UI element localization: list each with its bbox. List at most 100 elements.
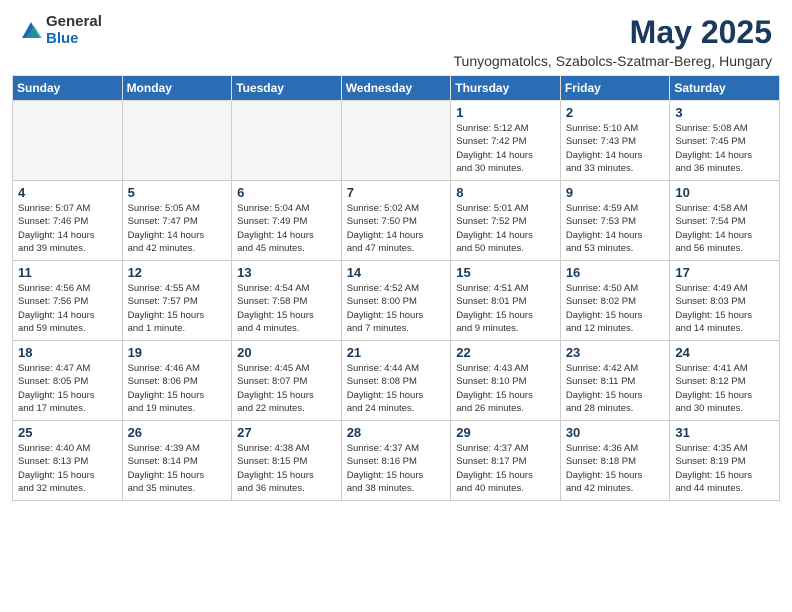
day-number: 11 (18, 265, 117, 280)
day-number: 7 (347, 185, 446, 200)
page-header: General Blue May 2025 Tunyogmatolcs, Sza… (0, 0, 792, 75)
column-header-tuesday: Tuesday (232, 76, 342, 101)
calendar-cell: 29Sunrise: 4:37 AM Sunset: 8:17 PM Dayli… (451, 421, 561, 501)
day-number: 18 (18, 345, 117, 360)
calendar-wrapper: SundayMondayTuesdayWednesdayThursdayFrid… (0, 75, 792, 513)
column-header-friday: Friday (560, 76, 670, 101)
day-info: Sunrise: 4:35 AM Sunset: 8:19 PM Dayligh… (675, 442, 774, 495)
calendar-cell: 6 Sunrise: 5:04 AM Sunset: 7:49 PM Daylig… (232, 181, 342, 261)
day-number: 13 (237, 265, 336, 280)
day-info: Sunrise: 4:39 AM Sunset: 8:14 PM Dayligh… (128, 442, 227, 495)
calendar-cell: 28Sunrise: 4:37 AM Sunset: 8:16 PM Dayli… (341, 421, 451, 501)
day-number: 20 (237, 345, 336, 360)
calendar-cell: 3 Sunrise: 5:08 AM Sunset: 7:45 PM Daylig… (670, 101, 780, 181)
calendar-cell: 2 Sunrise: 5:10 AM Sunset: 7:43 PM Daylig… (560, 101, 670, 181)
calendar-table: SundayMondayTuesdayWednesdayThursdayFrid… (12, 75, 780, 501)
day-info: Sunrise: 4:58 AM Sunset: 7:54 PM Dayligh… (675, 202, 774, 255)
day-number: 14 (347, 265, 446, 280)
calendar-cell: 27Sunrise: 4:38 AM Sunset: 8:15 PM Dayli… (232, 421, 342, 501)
day-number: 23 (566, 345, 665, 360)
calendar-cell: 5 Sunrise: 5:05 AM Sunset: 7:47 PM Daylig… (122, 181, 232, 261)
column-header-sunday: Sunday (13, 76, 123, 101)
column-header-monday: Monday (122, 76, 232, 101)
calendar-cell: 11Sunrise: 4:56 AM Sunset: 7:56 PM Dayli… (13, 261, 123, 341)
calendar-cell: 23Sunrise: 4:42 AM Sunset: 8:11 PM Dayli… (560, 341, 670, 421)
day-info: Sunrise: 4:45 AM Sunset: 8:07 PM Dayligh… (237, 362, 336, 415)
calendar-header-row: SundayMondayTuesdayWednesdayThursdayFrid… (13, 76, 780, 101)
day-info: Sunrise: 5:01 AM Sunset: 7:52 PM Dayligh… (456, 202, 555, 255)
day-info: Sunrise: 4:37 AM Sunset: 8:16 PM Dayligh… (347, 442, 446, 495)
calendar-cell (341, 101, 451, 181)
day-number: 4 (18, 185, 117, 200)
day-number: 12 (128, 265, 227, 280)
day-number: 19 (128, 345, 227, 360)
column-header-wednesday: Wednesday (341, 76, 451, 101)
day-info: Sunrise: 4:54 AM Sunset: 7:58 PM Dayligh… (237, 282, 336, 335)
day-number: 26 (128, 425, 227, 440)
day-info: Sunrise: 5:07 AM Sunset: 7:46 PM Dayligh… (18, 202, 117, 255)
column-header-thursday: Thursday (451, 76, 561, 101)
calendar-cell: 17 Sunrise: 4:49 AM Sunset: 8:03 PM Dayli… (670, 261, 780, 341)
day-info: Sunrise: 4:36 AM Sunset: 8:18 PM Dayligh… (566, 442, 665, 495)
calendar-cell: 22Sunrise: 4:43 AM Sunset: 8:10 PM Dayli… (451, 341, 561, 421)
calendar-cell: 26 Sunrise: 4:39 AM Sunset: 8:14 PM Dayli… (122, 421, 232, 501)
logo-general-text: General (46, 14, 102, 31)
day-number: 5 (128, 185, 227, 200)
location-title: Tunyogmatolcs, Szabolcs-Szatmar-Bereg, H… (454, 53, 773, 69)
day-info: Sunrise: 4:40 AM Sunset: 8:13 PM Dayligh… (18, 442, 117, 495)
calendar-body: 1Sunrise: 5:12 AM Sunset: 7:42 PM Daylig… (13, 101, 780, 501)
calendar-header: SundayMondayTuesdayWednesdayThursdayFrid… (13, 76, 780, 101)
day-info: Sunrise: 5:10 AM Sunset: 7:43 PM Dayligh… (566, 122, 665, 175)
day-number: 29 (456, 425, 555, 440)
day-number: 25 (18, 425, 117, 440)
day-info: Sunrise: 4:43 AM Sunset: 8:10 PM Dayligh… (456, 362, 555, 415)
day-number: 1 (456, 105, 555, 120)
title-block: May 2025 Tunyogmatolcs, Szabolcs-Szatmar… (454, 14, 773, 69)
calendar-cell: 1Sunrise: 5:12 AM Sunset: 7:42 PM Daylig… (451, 101, 561, 181)
day-info: Sunrise: 5:08 AM Sunset: 7:45 PM Dayligh… (675, 122, 774, 175)
day-info: Sunrise: 4:44 AM Sunset: 8:08 PM Dayligh… (347, 362, 446, 415)
calendar-week-4: 18 Sunrise: 4:47 AM Sunset: 8:05 PM Dayli… (13, 341, 780, 421)
calendar-cell: 4 Sunrise: 5:07 AM Sunset: 7:46 PM Daylig… (13, 181, 123, 261)
calendar-cell (232, 101, 342, 181)
day-info: Sunrise: 5:02 AM Sunset: 7:50 PM Dayligh… (347, 202, 446, 255)
calendar-cell: 7 Sunrise: 5:02 AM Sunset: 7:50 PM Daylig… (341, 181, 451, 261)
day-number: 2 (566, 105, 665, 120)
day-number: 8 (456, 185, 555, 200)
calendar-cell (122, 101, 232, 181)
calendar-week-1: 1Sunrise: 5:12 AM Sunset: 7:42 PM Daylig… (13, 101, 780, 181)
calendar-cell: 21 Sunrise: 4:44 AM Sunset: 8:08 PM Dayli… (341, 341, 451, 421)
day-number: 21 (347, 345, 446, 360)
day-number: 27 (237, 425, 336, 440)
calendar-cell: 13 Sunrise: 4:54 AM Sunset: 7:58 PM Dayli… (232, 261, 342, 341)
day-info: Sunrise: 4:49 AM Sunset: 8:03 PM Dayligh… (675, 282, 774, 335)
day-info: Sunrise: 4:52 AM Sunset: 8:00 PM Dayligh… (347, 282, 446, 335)
column-header-saturday: Saturday (670, 76, 780, 101)
calendar-cell: 9 Sunrise: 4:59 AM Sunset: 7:53 PM Daylig… (560, 181, 670, 261)
day-number: 10 (675, 185, 774, 200)
day-number: 6 (237, 185, 336, 200)
calendar-cell: 25 Sunrise: 4:40 AM Sunset: 8:13 PM Dayli… (13, 421, 123, 501)
day-number: 17 (675, 265, 774, 280)
calendar-cell: 12Sunrise: 4:55 AM Sunset: 7:57 PM Dayli… (122, 261, 232, 341)
day-number: 15 (456, 265, 555, 280)
day-info: Sunrise: 4:47 AM Sunset: 8:05 PM Dayligh… (18, 362, 117, 415)
day-info: Sunrise: 5:05 AM Sunset: 7:47 PM Dayligh… (128, 202, 227, 255)
day-info: Sunrise: 4:59 AM Sunset: 7:53 PM Dayligh… (566, 202, 665, 255)
day-number: 16 (566, 265, 665, 280)
month-title: May 2025 (454, 14, 773, 51)
calendar-cell (13, 101, 123, 181)
day-number: 9 (566, 185, 665, 200)
day-info: Sunrise: 5:04 AM Sunset: 7:49 PM Dayligh… (237, 202, 336, 255)
day-info: Sunrise: 4:41 AM Sunset: 8:12 PM Dayligh… (675, 362, 774, 415)
calendar-cell: 15 Sunrise: 4:51 AM Sunset: 8:01 PM Dayli… (451, 261, 561, 341)
day-number: 30 (566, 425, 665, 440)
calendar-cell: 8 Sunrise: 5:01 AM Sunset: 7:52 PM Daylig… (451, 181, 561, 261)
calendar-cell: 24Sunrise: 4:41 AM Sunset: 8:12 PM Dayli… (670, 341, 780, 421)
calendar-cell: 19Sunrise: 4:46 AM Sunset: 8:06 PM Dayli… (122, 341, 232, 421)
calendar-cell: 10 Sunrise: 4:58 AM Sunset: 7:54 PM Dayli… (670, 181, 780, 261)
calendar-week-3: 11Sunrise: 4:56 AM Sunset: 7:56 PM Dayli… (13, 261, 780, 341)
day-info: Sunrise: 4:51 AM Sunset: 8:01 PM Dayligh… (456, 282, 555, 335)
day-number: 3 (675, 105, 774, 120)
calendar-cell: 20 Sunrise: 4:45 AM Sunset: 8:07 PM Dayli… (232, 341, 342, 421)
